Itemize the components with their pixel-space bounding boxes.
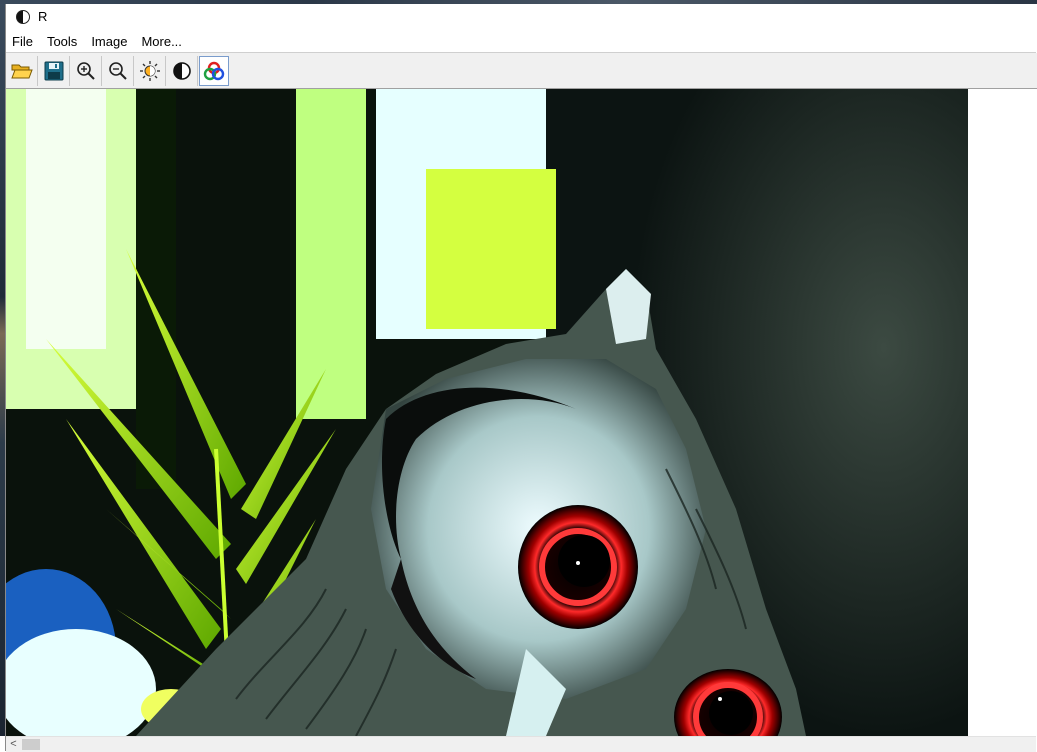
toolbar <box>6 53 1037 89</box>
owl-photo-render <box>6 89 968 736</box>
menu-file[interactable]: File <box>6 34 40 49</box>
open-button[interactable] <box>7 55 38 86</box>
menu-image[interactable]: Image <box>84 34 134 49</box>
brightness-icon <box>140 60 160 81</box>
app-window: R File Tools Image More... < <box>5 4 1037 752</box>
zoom-in-icon <box>77 61 95 80</box>
scroll-thumb[interactable] <box>22 739 40 750</box>
app-logo-icon <box>16 9 30 24</box>
menu-more[interactable]: More... <box>134 34 188 49</box>
save-button[interactable] <box>39 55 70 86</box>
brightness-button[interactable] <box>135 55 166 86</box>
image-canvas[interactable] <box>6 89 1036 736</box>
menu-tools[interactable]: Tools <box>40 34 84 49</box>
owl-photo <box>6 89 968 736</box>
zoom-out-button[interactable] <box>103 55 134 86</box>
open-folder-icon <box>11 64 33 78</box>
zoom-out-icon <box>109 61 127 80</box>
menu-bar: File Tools Image More... <box>6 31 1036 53</box>
color-channels-button[interactable] <box>199 55 229 86</box>
scroll-left-arrow[interactable]: < <box>6 737 21 752</box>
title-bar[interactable]: R <box>6 4 1036 29</box>
save-icon <box>44 61 64 80</box>
color-channels-icon <box>203 61 225 80</box>
contrast-icon <box>173 61 191 80</box>
window-title: R <box>38 9 48 24</box>
zoom-in-button[interactable] <box>71 55 102 86</box>
contrast-button[interactable] <box>167 55 198 86</box>
horizontal-scrollbar[interactable]: < <box>6 736 1036 752</box>
